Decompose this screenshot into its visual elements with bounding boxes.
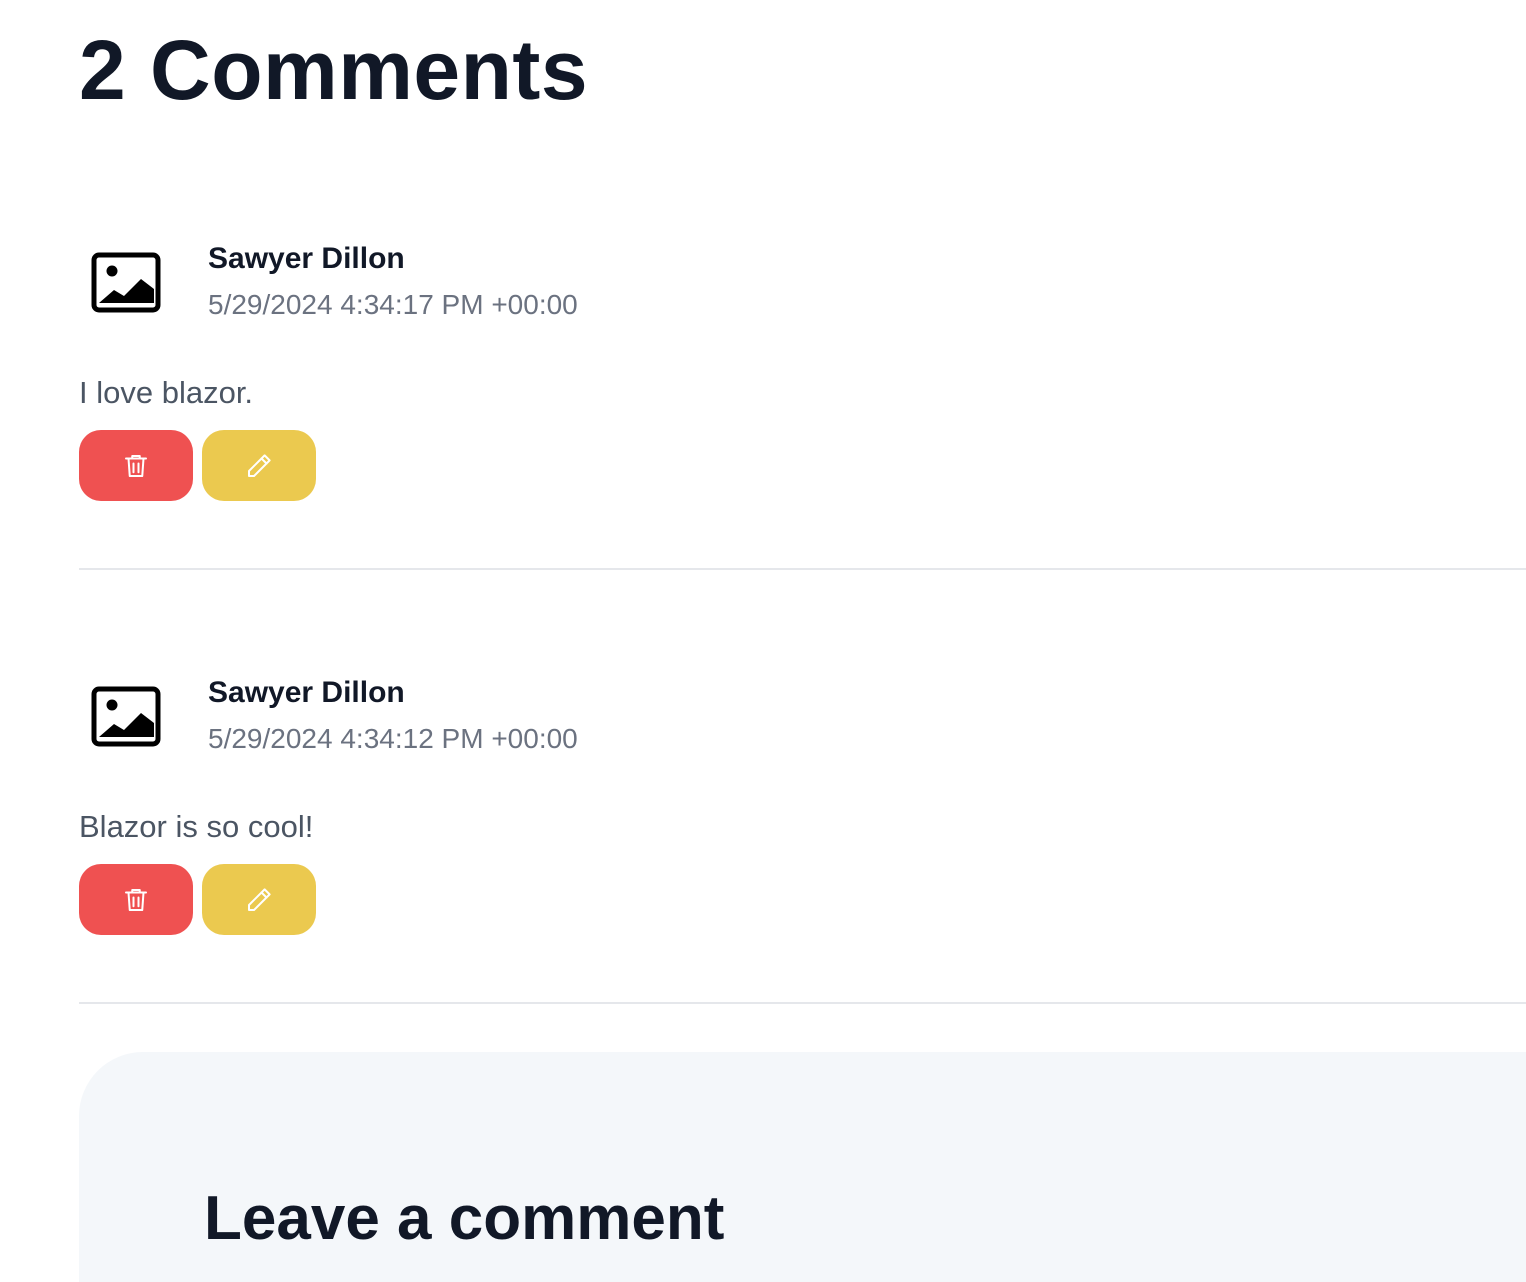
edit-comment-button[interactable] [202,864,316,935]
trash-icon [125,454,147,477]
comments-page: 2 Comments Sawyer Dillon 5/29/2024 4:34:… [0,0,1526,1282]
comment-text: I love blazor. [79,375,254,410]
comments-count-heading: 2 Comments [79,23,589,117]
comment-timestamp: 5/29/2024 4:34:12 PM +00:00 [208,723,578,754]
comment-actions [79,430,316,501]
comment-text: Blazor is so cool! [79,809,314,844]
image-placeholder-icon [91,252,163,316]
delete-comment-button[interactable] [79,864,193,935]
edit-comment-button[interactable] [202,430,316,501]
leave-comment-heading: Leave a comment [204,1184,725,1253]
comment-author: Sawyer Dillon [208,242,405,275]
pencil-icon [248,453,271,477]
trash-icon [125,888,147,911]
comment-author: Sawyer Dillon [208,676,405,709]
comment-actions [79,864,316,935]
delete-comment-button[interactable] [79,430,193,501]
pencil-icon [248,887,271,911]
comment-divider [79,568,1526,570]
leave-comment-panel: Leave a comment [79,1052,1526,1282]
image-placeholder-icon [91,686,163,750]
comment-divider [79,1002,1526,1004]
comment-timestamp: 5/29/2024 4:34:17 PM +00:00 [208,289,578,320]
